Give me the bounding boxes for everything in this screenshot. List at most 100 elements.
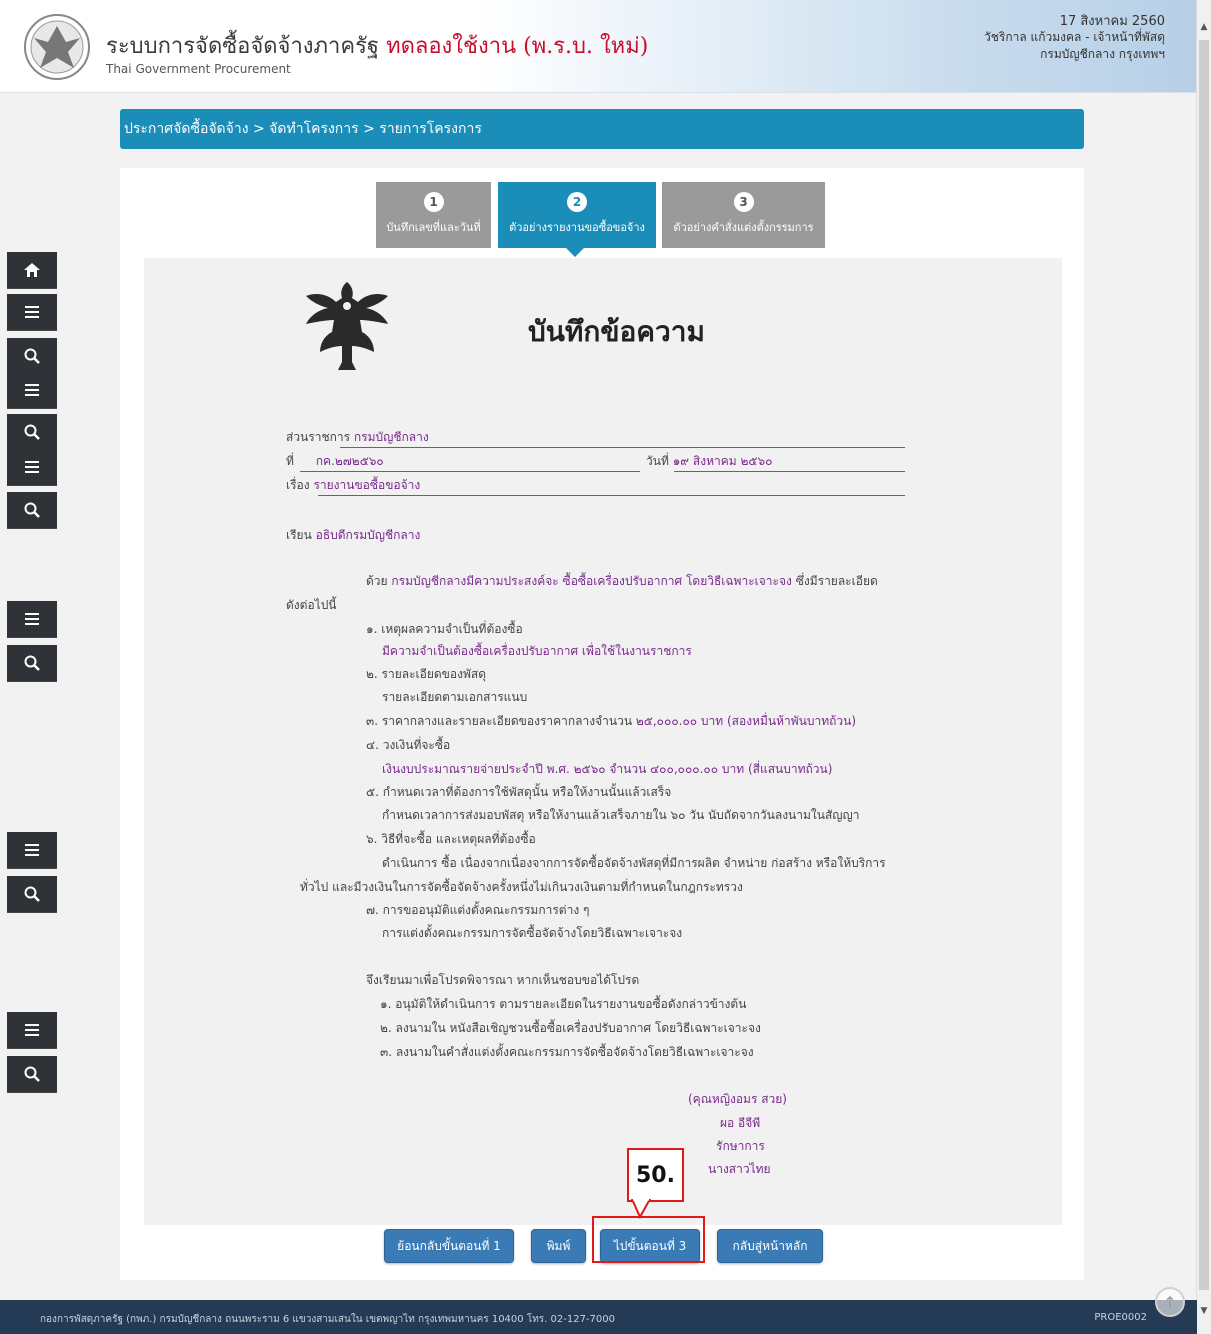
scroll-up-icon[interactable]: ▲	[1199, 22, 1209, 32]
doc-date-underline	[674, 471, 905, 472]
system-title-main: ระบบการจัดซื้อจัดจ้างภาครัฐ	[106, 34, 380, 59]
search-button[interactable]	[7, 338, 57, 375]
signature-name: (คุณหญิงอมร สวย)	[688, 1092, 787, 1106]
intro-paragraph: ด้วย กรมบัญชีกลางมีความประสงค์จะ ซื้อซื้…	[366, 572, 878, 591]
search-icon	[24, 348, 40, 364]
item-4: ๔. วงเงินที่จะซื้อ	[366, 738, 451, 752]
print-button[interactable]: พิมพ์	[531, 1229, 586, 1263]
search-icon	[24, 655, 40, 671]
memo-title: บันทึกข้อความ	[528, 315, 705, 348]
page-code: PROE0002	[1094, 1312, 1147, 1323]
memo-document	[144, 258, 1062, 1225]
menu-button[interactable]	[7, 601, 57, 638]
back-step-1-button[interactable]: ย้อนกลับขั้นตอนที่ 1	[384, 1229, 514, 1263]
menu-button[interactable]	[7, 1012, 57, 1049]
menu-icon	[25, 1024, 39, 1036]
footer-address: กองการพัสดุภาครัฐ (กพภ.) กรมบัญชีกลาง ถน…	[40, 1314, 615, 1325]
page-scrollbar[interactable]: ▲ ▼	[1196, 0, 1211, 1334]
menu-button[interactable]	[7, 449, 57, 486]
search-icon	[24, 1066, 40, 1082]
intro-value: กรมบัญชีกลางมีความประสงค์จะ ซื้อซื้อเครื…	[391, 574, 792, 588]
dept-underline	[340, 447, 905, 448]
closing-item-2: ๒. ลงนามใน หนังสือเชิญชวนซื้อซื้อเครื่อง…	[380, 1021, 761, 1035]
item-5: ๕. กำหนดเวลาที่ต้องการใช้พัสดุนั้น หรือใ…	[366, 785, 672, 799]
subject-underline	[318, 495, 905, 496]
signature-position-2: รักษาการ	[716, 1139, 765, 1153]
closing-item-3: ๓. ลงนามในคำสั่งแต่งตั้งคณะกรรมการจัดซื้…	[380, 1045, 754, 1059]
scroll-to-top-icon[interactable]: ↑	[1155, 1287, 1185, 1317]
signature-position-1: ผอ อีจีพี	[720, 1116, 761, 1130]
search-button[interactable]	[7, 414, 57, 451]
dept-label: ส่วนราชการ	[286, 430, 351, 444]
subject-line: เรื่อง รายงานขอซื้อขอจ้าง	[286, 476, 420, 495]
search-icon	[24, 424, 40, 440]
item-6-value-2: ทั่วไป และมีวงเงินในการจัดซื้อจัดจ้างครั…	[300, 880, 743, 894]
search-button[interactable]	[7, 876, 57, 913]
step-number: 3	[733, 192, 754, 212]
step-number: 1	[423, 192, 444, 212]
search-icon	[24, 502, 40, 518]
highlight-box	[592, 1216, 705, 1263]
step-callout: 50.	[627, 1148, 684, 1202]
item-3-label: ๓. ราคากลางและรายละเอียดของราคากลางจำนวน	[366, 714, 633, 728]
to-line: เรียน อธิบดีกรมบัญชีกลาง	[286, 526, 420, 545]
closing-item-1: ๑. อนุมัติให้ดำเนินการ ตามรายละเอียดในรา…	[380, 997, 747, 1011]
dept-value: กรมบัญชีกลาง	[353, 430, 429, 444]
tab-step-2[interactable]: 2 ตัวอย่างรายงานขอซื้อขอจ้าง	[498, 182, 656, 248]
item-5-value: กำหนดเวลาการส่งมอบพัสดุ หรือให้งานแล้วเส…	[382, 808, 860, 822]
tab-step-3[interactable]: 3 ตัวอย่างคำสั่งแต่งตั้งกรรมการ	[662, 182, 825, 248]
intro-line2: ดังต่อไปนี้	[286, 598, 337, 612]
item-6: ๖. วิธีที่จะซื้อ และเหตุผลที่ต้องซื้อ	[366, 832, 536, 846]
system-title: ระบบการจัดซื้อจัดจ้างภาครัฐ ทดลองใช้งาน …	[106, 28, 648, 63]
doc-number-value: กค.๒๗๒๕๖๐	[315, 454, 384, 468]
item-7: ๗. การขออนุมัติแต่งตั้งคณะกรรมการต่าง ๆ	[366, 903, 590, 917]
doc-date-value: ๑๙ สิงหาคม ๒๕๖๐	[672, 454, 773, 468]
scroll-down-icon[interactable]: ▼	[1199, 1306, 1209, 1316]
search-button[interactable]	[7, 492, 57, 529]
step-label: บันทึกเลขที่และวันที่	[386, 221, 481, 234]
to-value: อธิบดีกรมบัญชีกลาง	[315, 528, 421, 542]
item-1: ๑. เหตุผลความจำเป็นที่ต้องซื้อ	[366, 622, 523, 636]
home-button[interactable]	[7, 252, 57, 289]
breadcrumb-text[interactable]: ประกาศจัดซื้อจัดจ้าง > จัดทำโครงการ > รา…	[124, 118, 482, 140]
home-icon	[24, 263, 40, 277]
footer: กองการพัสดุภาครัฐ (กพภ.) กรมบัญชีกลาง ถน…	[0, 1300, 1197, 1334]
item-3: ๓. ราคากลางและรายละเอียดของราคากลางจำนวน…	[366, 712, 856, 731]
search-button[interactable]	[7, 1056, 57, 1093]
menu-icon	[25, 613, 39, 625]
trial-label: ทดลองใช้งาน (พ.ร.บ. ใหม่)	[386, 34, 649, 59]
menu-button[interactable]	[7, 294, 57, 331]
breadcrumb: ประกาศจัดซื้อจัดจ้าง > จัดทำโครงการ > รา…	[120, 109, 1084, 149]
to-label: เรียน	[286, 528, 312, 542]
item-6-value-1: ดำเนินการ ซื้อ เนื่องจากเนื่องจากการจัดซ…	[382, 856, 886, 870]
item-2-value: รายละเอียดตามเอกสารแนบ	[382, 690, 528, 704]
scrollbar-thumb[interactable]	[1199, 40, 1209, 1290]
menu-icon	[25, 306, 39, 318]
dept-line: ส่วนราชการ กรมบัญชีกลาง	[286, 428, 429, 447]
doc-date-line: วันที่ ๑๙ สิงหาคม ๒๕๖๐	[646, 452, 772, 471]
garuda-emblem-icon	[298, 276, 396, 376]
app-header: ระบบการจัดซื้อจัดจ้างภาครัฐ ทดลองใช้งาน …	[0, 0, 1197, 93]
menu-button[interactable]	[7, 372, 57, 409]
garuda-logo-icon	[22, 12, 92, 82]
doc-number-label: ที่	[286, 454, 294, 468]
subject-value: รายงานขอซื้อขอจ้าง	[313, 478, 421, 492]
intro-suffix: ซึ่งมีรายละเอียด	[795, 574, 878, 588]
item-4-value: เงินงบประมาณรายจ่ายประจำปี พ.ศ. ๒๕๖๐ จำน…	[382, 762, 833, 776]
menu-icon	[25, 384, 39, 396]
menu-button[interactable]	[7, 832, 57, 869]
tab-step-1[interactable]: 1 บันทึกเลขที่และวันที่	[376, 182, 491, 248]
step-number: 2	[567, 192, 587, 212]
item-1-value: มีความจำเป็นต้องซื้อเครื่องปรับอากาศ เพื…	[382, 644, 692, 658]
step-label: ตัวอย่างรายงานขอซื้อขอจ้าง	[509, 221, 645, 234]
step-label: ตัวอย่างคำสั่งแต่งตั้งกรรมการ	[673, 221, 814, 234]
search-button[interactable]	[7, 645, 57, 682]
item-7-value: การแต่งตั้งคณะกรรมการจัดซื้อจัดจ้างโดยวิ…	[382, 926, 683, 940]
intro-prefix: ด้วย	[366, 574, 388, 588]
menu-icon	[25, 844, 39, 856]
menu-icon	[25, 461, 39, 473]
item-3-value: ๒๕,๐๐๐.๐๐ บาท (สองหมื่นห้าพันบาทถ้วน)	[635, 714, 857, 728]
item-2: ๒. รายละเอียดของพัสดุ	[366, 667, 486, 681]
back-to-home-button[interactable]: กลับสู่หน้าหลัก	[717, 1229, 823, 1263]
search-icon	[24, 886, 40, 902]
